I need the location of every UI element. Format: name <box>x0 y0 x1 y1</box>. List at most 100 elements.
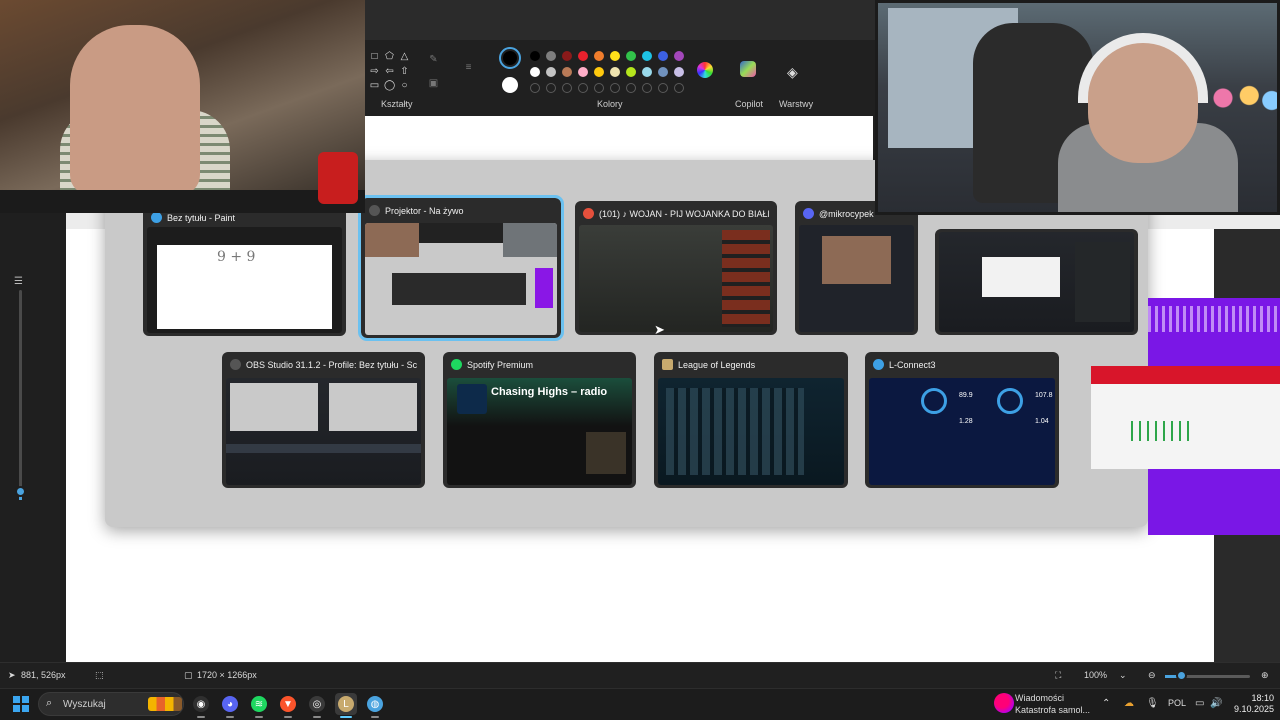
league-app-icon <box>662 359 673 370</box>
color-swatch[interactable] <box>642 67 652 77</box>
chevron-down-icon[interactable]: ⌄ <box>1119 670 1127 681</box>
window-card-title: Projektor - Na żywo <box>369 203 553 219</box>
layer-handle-icon: ☰ <box>14 276 23 287</box>
arrow-right-shape-icon[interactable]: ⇨ <box>369 66 380 77</box>
color-2-swatch[interactable] <box>502 77 518 93</box>
copilot-icon[interactable] <box>740 61 756 77</box>
zoom-slider-thumb[interactable] <box>1176 670 1187 681</box>
empty-color-slot[interactable] <box>578 83 588 93</box>
empty-color-slot[interactable] <box>562 83 572 93</box>
system-clock[interactable]: 18:10 9.10.2025 <box>1220 693 1274 715</box>
rectangle-shape-icon[interactable]: □ <box>369 51 380 62</box>
color-swatch[interactable] <box>546 51 556 61</box>
window-card-title: (101) ♪ WOJAN - PIJ WOJANKA DO BIAŁEGO R… <box>583 206 769 222</box>
color-swatch[interactable] <box>642 51 652 61</box>
empty-color-slot[interactable] <box>626 83 636 93</box>
chrome-taskbar-icon[interactable]: ◍ <box>364 693 386 718</box>
color-swatch[interactable] <box>562 51 572 61</box>
window-card-spotify[interactable]: Spotify Premium Chasing Highs – radio <box>443 352 636 488</box>
stream-overlay-audio <box>1091 366 1280 469</box>
color-swatch[interactable] <box>578 51 588 61</box>
vertical-slider-thumb[interactable] <box>15 486 26 497</box>
running-indicator <box>197 716 205 718</box>
obs-taskbar-icon[interactable]: ◉ <box>190 693 212 718</box>
window-thumbnail <box>226 378 421 485</box>
color-swatch[interactable] <box>674 51 684 61</box>
news-widget-icon[interactable] <box>994 693 1014 713</box>
webcam-left <box>0 0 365 213</box>
brave-taskbar-icon[interactable]: ▼ <box>277 693 299 718</box>
color-swatch[interactable] <box>610 67 620 77</box>
polygon-shape-icon[interactable]: ⬠ <box>384 51 395 62</box>
league-of-legends-taskbar-icon[interactable]: L <box>335 693 357 718</box>
zoom-in-icon[interactable]: ⊕ <box>1261 670 1269 681</box>
window-card-lconnect[interactable]: L-Connect3 89.9 1.28 107.8 1.04 <box>865 352 1059 488</box>
news-headline[interactable]: Katastrofa samol... <box>1015 705 1090 715</box>
layers-icon[interactable]: ◈ <box>787 64 798 81</box>
window-card-discord[interactable]: @mikrocypek - <box>795 201 918 335</box>
zoom-level[interactable]: 100% <box>1084 670 1107 680</box>
outline-icon[interactable]: ✎ <box>428 54 439 65</box>
size-icon[interactable]: ≡ <box>463 62 474 73</box>
color-swatch[interactable] <box>658 67 668 77</box>
fill-icon[interactable]: ▣ <box>428 78 439 89</box>
window-card-projektor[interactable]: Projektor - Na żywo <box>358 195 564 341</box>
color-swatch[interactable] <box>562 67 572 77</box>
color-swatch[interactable] <box>610 51 620 61</box>
color-swatch[interactable] <box>530 67 540 77</box>
fit-to-window-icon[interactable]: ⛶ <box>1055 670 1061 681</box>
window-thumbnail: Chasing Highs – radio <box>447 378 632 485</box>
window-card-league[interactable]: League of Legends <box>654 352 848 488</box>
cursor-position-icon: ➤ <box>8 670 16 680</box>
arrow-left-shape-icon[interactable]: ⇦ <box>384 66 395 77</box>
spotify-app-icon <box>451 359 462 370</box>
arrow-up-shape-icon[interactable]: ⇧ <box>399 66 410 77</box>
windows-start-icon[interactable] <box>13 696 29 712</box>
obs-studio-taskbar-icon[interactable]: ◎ <box>306 693 328 718</box>
triangle-shape-icon[interactable]: △ <box>399 51 410 62</box>
vertical-slider-track[interactable] <box>19 290 22 500</box>
window-card-obs-studio[interactable]: OBS Studio 31.1.2 - Profile: Bez tytułu … <box>222 352 425 488</box>
spotify-taskbar-icon[interactable]: ≋ <box>248 693 270 718</box>
color-swatch[interactable] <box>658 51 668 61</box>
selection-icon: ⬚ <box>95 670 104 680</box>
window-card-youtube[interactable]: (101) ♪ WOJAN - PIJ WOJANKA DO BIAŁEGO R… <box>575 201 777 335</box>
color-1-swatch[interactable] <box>503 51 517 65</box>
language-indicator[interactable]: POL <box>1168 698 1186 708</box>
color-swatch[interactable] <box>674 67 684 77</box>
empty-color-slot[interactable] <box>642 83 652 93</box>
empty-color-slot[interactable] <box>674 83 684 93</box>
league-of-legends-icon: L <box>338 696 354 712</box>
microphone-icon[interactable]: 🎙 <box>1146 698 1159 709</box>
obs-icon: ◉ <box>193 696 209 712</box>
window-card-kick[interactable] <box>935 229 1138 335</box>
empty-color-slot[interactable] <box>530 83 540 93</box>
empty-color-slot[interactable] <box>594 83 604 93</box>
color-swatch[interactable] <box>594 67 604 77</box>
display-icon[interactable]: ▭ <box>1195 698 1204 709</box>
color-swatch[interactable] <box>626 51 636 61</box>
color-swatch[interactable] <box>578 67 588 77</box>
discord-taskbar-icon[interactable]: ◕ <box>219 693 241 718</box>
chevron-up-icon[interactable]: ⌃ <box>1102 698 1110 709</box>
empty-color-slot[interactable] <box>610 83 620 93</box>
callout-cloud-shape-icon[interactable]: ○ <box>399 80 410 91</box>
color-swatch[interactable] <box>546 67 556 77</box>
window-card-paint[interactable]: Bez tytułu - Paint 9 + 9 <box>143 205 346 336</box>
clock-date: 9.10.2025 <box>1233 704 1274 714</box>
color-swatch[interactable] <box>594 51 604 61</box>
zoom-out-icon[interactable]: ⊖ <box>1148 670 1156 681</box>
running-indicator <box>255 716 263 718</box>
news-title[interactable]: Wiadomości <box>1015 693 1064 703</box>
weather-icon[interactable]: ☁ <box>1124 698 1134 709</box>
color-swatch[interactable] <box>530 51 540 61</box>
empty-color-slot[interactable] <box>546 83 556 93</box>
callout-rect-shape-icon[interactable]: ▭ <box>369 80 380 91</box>
cursor-position: 881, 526px <box>21 670 66 680</box>
color-swatch[interactable] <box>626 67 636 77</box>
gauge-value: 1.04 <box>1035 418 1049 425</box>
copilot-label: Copilot <box>735 99 764 109</box>
edit-colors-icon[interactable] <box>697 62 713 78</box>
callout-oval-shape-icon[interactable]: ◯ <box>384 80 395 91</box>
empty-color-slot[interactable] <box>658 83 668 93</box>
